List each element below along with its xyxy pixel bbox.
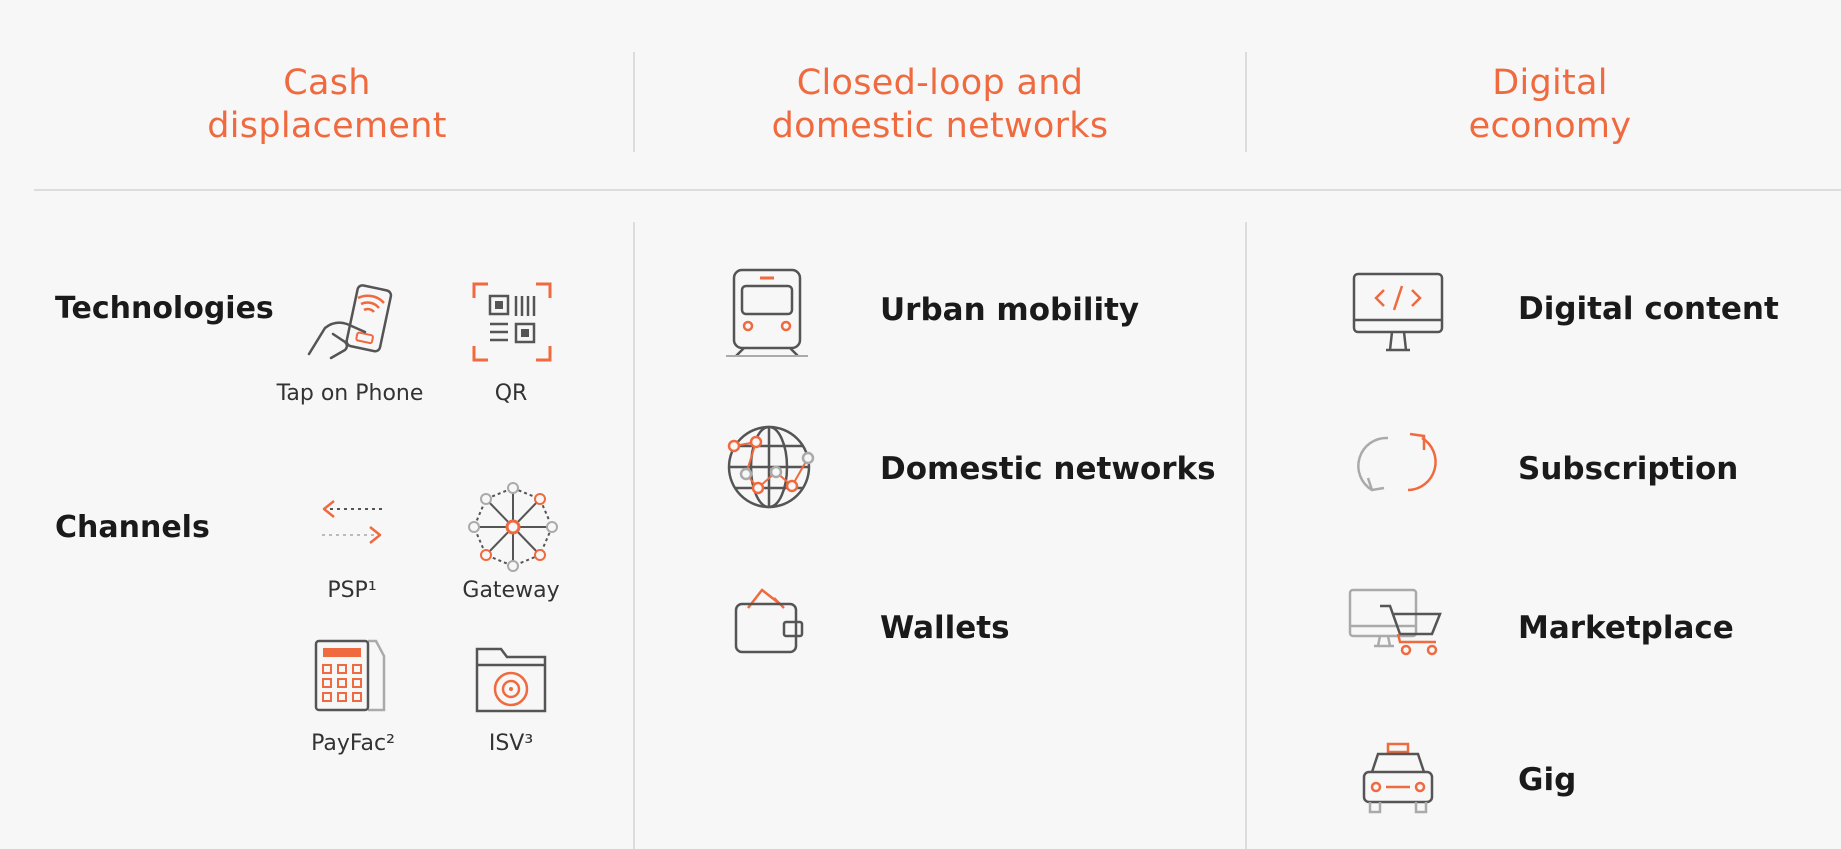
column-title-line: Closed-loop and <box>796 63 1084 103</box>
column-title-line: domestic networks <box>771 106 1109 146</box>
qr-label: QR <box>494 381 528 406</box>
payfac-label: PayFac² <box>311 731 395 756</box>
refresh-cycle-icon <box>1357 428 1437 500</box>
column-title-closed-loop: Closed-loop and domestic networks <box>740 62 1140 148</box>
marketplace-label: Marketplace <box>1518 610 1734 646</box>
column-title-cash: Cash displacement <box>167 62 487 148</box>
taxi-icon <box>1360 742 1436 817</box>
wallet-icon <box>734 588 806 654</box>
monitor-code-icon <box>1350 272 1446 352</box>
marketplace-cart-icon <box>1348 588 1448 658</box>
gateway-network-icon <box>468 482 558 572</box>
gateway-label: Gateway <box>462 578 560 603</box>
digital-content-label: Digital content <box>1518 291 1779 327</box>
tap-on-phone-icon <box>305 282 400 367</box>
globe-network-icon <box>724 422 815 512</box>
column-title-line: economy <box>1468 106 1632 146</box>
urban-mobility-label: Urban mobility <box>880 292 1140 328</box>
wallets-label: Wallets <box>880 610 1010 646</box>
payfac-calculator-icon <box>314 638 386 713</box>
header-divider <box>1245 52 1247 152</box>
column-title-line: Digital <box>1492 63 1608 103</box>
gig-label: Gig <box>1518 762 1577 798</box>
column-title-line: displacement <box>207 106 447 146</box>
tap-on-phone-label: Tap on Phone <box>276 381 424 406</box>
isv-folder-icon <box>475 645 547 715</box>
domestic-networks-label: Domestic networks <box>880 451 1216 487</box>
column-divider <box>633 222 635 849</box>
psp-arrows-icon <box>320 493 385 553</box>
header-separator <box>34 189 1841 191</box>
isv-label: ISV³ <box>488 731 534 756</box>
technologies-label: Technologies <box>55 291 274 326</box>
column-title-line: Cash <box>283 63 371 103</box>
subscription-label: Subscription <box>1518 451 1739 487</box>
psp-label: PSP¹ <box>327 578 377 603</box>
column-title-digital: Digital economy <box>1400 62 1700 148</box>
channels-label: Channels <box>55 510 210 545</box>
qr-code-icon <box>472 282 552 362</box>
train-icon <box>726 268 808 358</box>
header-divider <box>633 52 635 152</box>
column-divider <box>1245 222 1247 849</box>
